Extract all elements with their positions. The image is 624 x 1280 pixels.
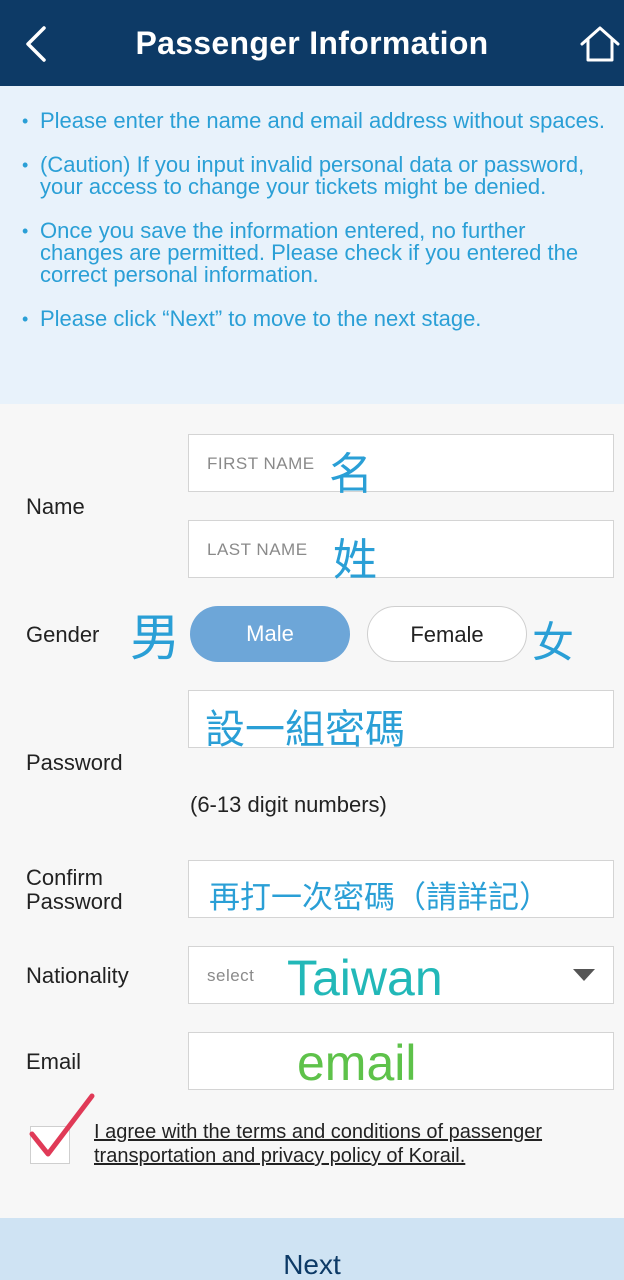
female-button[interactable]: Female xyxy=(367,606,527,662)
password-label: Password xyxy=(26,750,123,775)
notice-item: Please click “Next” to move to the next … xyxy=(22,308,614,331)
dropdown-arrow-icon xyxy=(573,969,595,981)
nationality-placeholder: select xyxy=(207,966,255,985)
notice-item: Once you save the information entered, n… xyxy=(22,220,614,286)
male-button[interactable]: Male xyxy=(190,606,350,662)
name-label: Name xyxy=(26,494,85,519)
page-title: Passenger Information xyxy=(135,25,489,61)
nationality-label: Nationality xyxy=(26,963,129,988)
nationality-select[interactable]: select Taiwan xyxy=(188,946,614,1006)
gender-label: Gender xyxy=(26,622,100,647)
confirm-label-line1: Confirm xyxy=(26,865,104,890)
home-button[interactable] xyxy=(578,22,622,66)
first-name-input[interactable]: FIRST NAME 名 xyxy=(188,434,614,499)
email-input[interactable]: email xyxy=(188,1032,614,1091)
next-button[interactable]: Next xyxy=(0,1218,624,1280)
first-name-annotation: 名 xyxy=(329,450,373,499)
last-name-input[interactable]: LAST NAME 姓 xyxy=(188,520,614,585)
password-hint: (6-13 digit numbers) xyxy=(190,792,387,817)
notice-item: Please enter the name and email address … xyxy=(22,110,614,133)
male-annotation: 男 xyxy=(130,610,180,666)
password-annotation: 設一組密碼 xyxy=(205,708,405,752)
terms-agreement-link[interactable]: I agree with the terms and conditions of… xyxy=(94,1120,616,1168)
last-name-placeholder: LAST NAME xyxy=(207,540,308,559)
confirm-password-input[interactable]: 再打一次密碼（請詳記） xyxy=(188,860,614,918)
confirm-annotation: 再打一次密碼（請詳記） xyxy=(209,880,550,915)
checkmark-icon xyxy=(29,1093,95,1157)
nationality-annotation: Taiwan xyxy=(287,950,443,1006)
header-bar: Passenger Information xyxy=(0,0,624,86)
confirm-label-line2: Password xyxy=(26,889,123,914)
last-name-annotation: 姓 xyxy=(333,536,377,585)
password-input[interactable]: 設一組密碼 xyxy=(188,690,614,752)
notice-item: (Caution) If you input invalid personal … xyxy=(22,154,614,198)
confirm-password-label: Confirm Password xyxy=(26,866,123,914)
email-annotation: email xyxy=(297,1035,417,1091)
email-label: Email xyxy=(26,1049,82,1074)
home-icon xyxy=(580,26,620,62)
female-annotation: 女 xyxy=(532,619,575,666)
first-name-placeholder: FIRST NAME xyxy=(207,454,315,473)
notice-panel: Please enter the name and email address … xyxy=(0,86,624,404)
